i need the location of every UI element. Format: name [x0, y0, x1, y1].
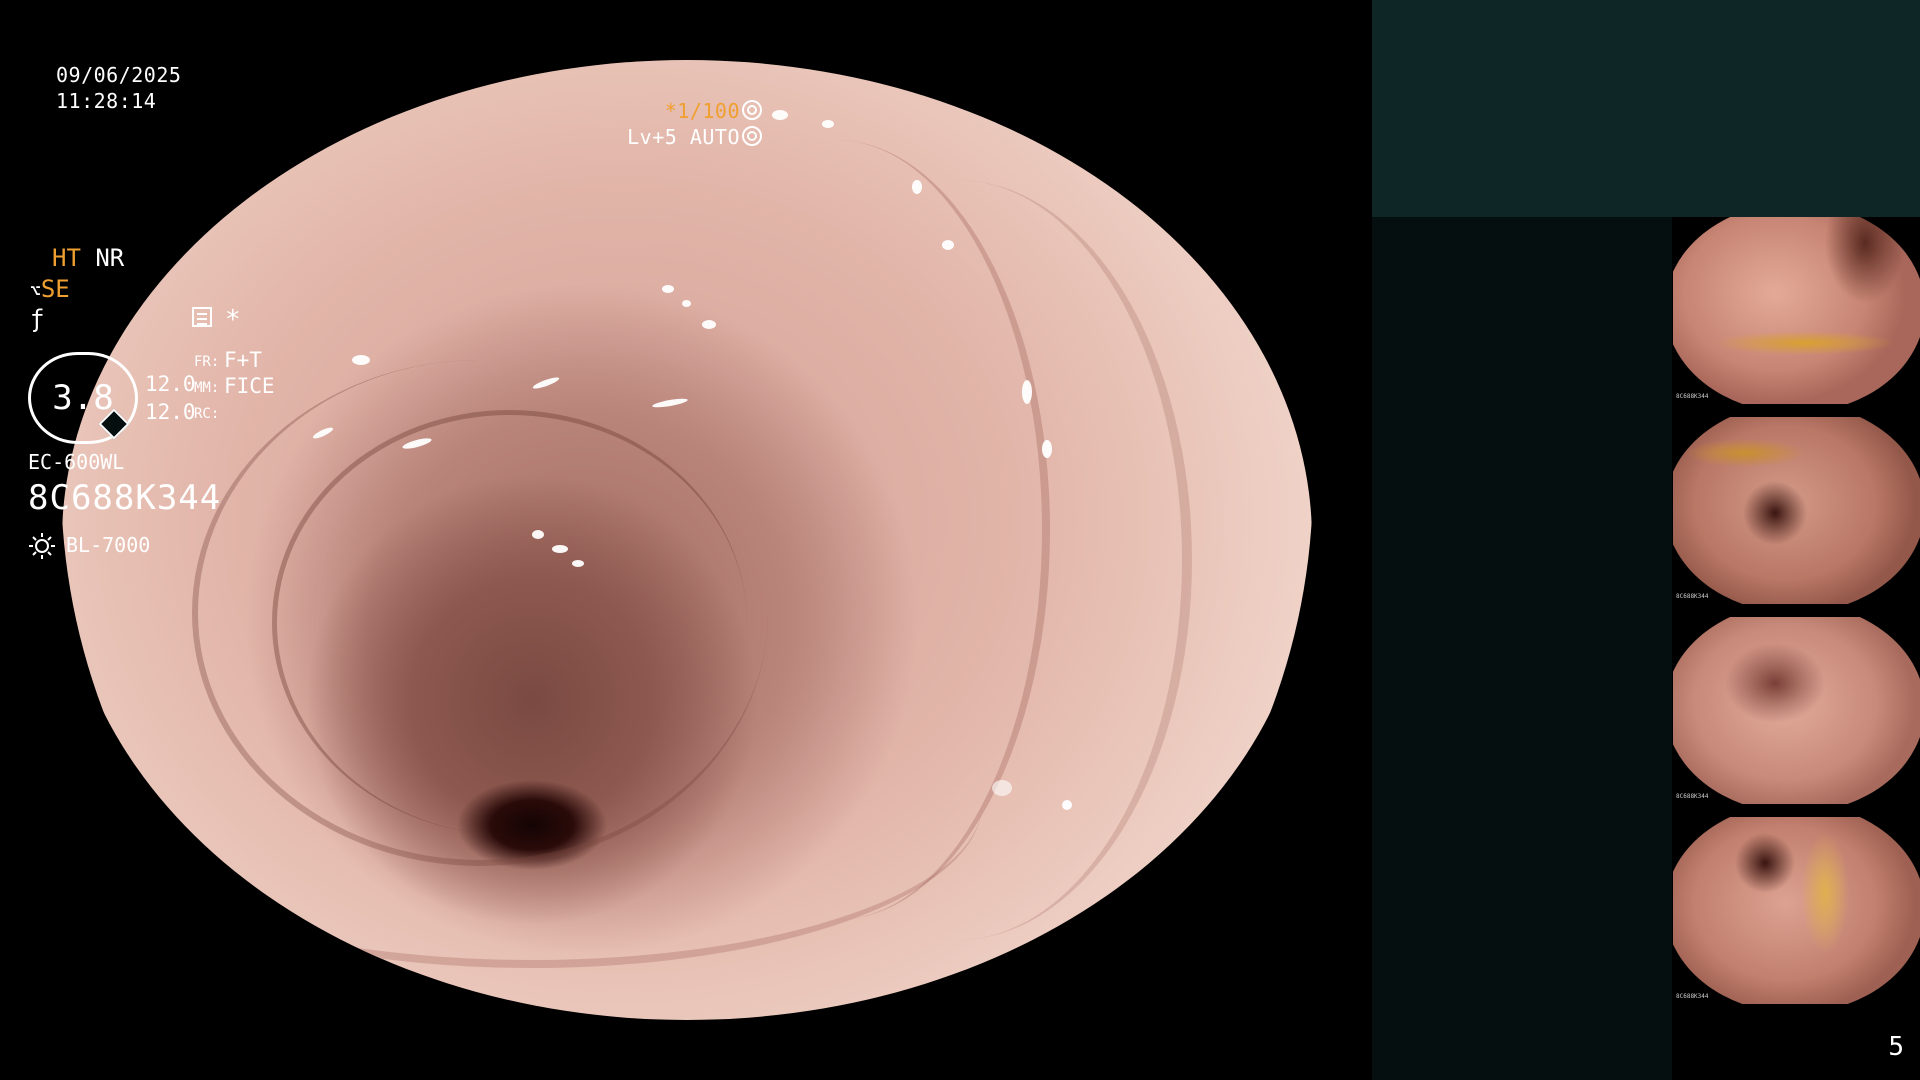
- fr-label: FR:: [194, 354, 220, 370]
- scope-mode-icon: ⌥: [30, 281, 41, 302]
- panel-header-area: [1372, 0, 1920, 217]
- light-source-label: BL-7000: [66, 533, 151, 557]
- specular-highlight: [992, 780, 1012, 796]
- specular-highlight: [772, 110, 788, 120]
- thumbnail-caption: 8C688K344: [1676, 793, 1709, 800]
- specular-highlight: [1042, 440, 1052, 458]
- specular-highlight: [552, 545, 568, 553]
- thumbnail-caption: 8C688K344: [1676, 393, 1709, 400]
- endoscope-viewport: 09/06/2025 11:28:14 *1/100 Lv+5 AUTO: [0, 0, 1372, 1080]
- function-icon: ƒ: [30, 305, 45, 333]
- specular-highlight: [352, 355, 370, 365]
- thumbnail-1[interactable]: 8C688K344: [1673, 217, 1920, 404]
- fr-value: F+T: [224, 348, 262, 372]
- settings-panel: [1372, 217, 1672, 1080]
- scope-serial: 8C688K344: [28, 478, 222, 518]
- mm-value: FICE: [224, 374, 275, 398]
- shutter-icon: [742, 100, 762, 120]
- mucosal-fold: [82, 640, 982, 968]
- time-label: 11:28:14: [56, 89, 157, 113]
- specular-highlight: [572, 560, 584, 567]
- thumbnail-image: [1673, 817, 1920, 1004]
- value-top: 12.0: [145, 372, 196, 396]
- specular-highlight: [662, 285, 674, 293]
- specular-highlight: [822, 120, 834, 128]
- auto-icon: [742, 126, 762, 146]
- date-label: 09/06/2025: [56, 63, 182, 87]
- thumbnail-3[interactable]: 8C688K344: [1673, 617, 1920, 804]
- shutter-speed: *1/100: [664, 99, 740, 123]
- specular-highlight: [532, 530, 544, 539]
- menu-icon: [192, 307, 212, 327]
- specular-highlight: [1062, 800, 1072, 810]
- star-indicator: *: [225, 305, 241, 335]
- level-label: Lv+5 AUTO: [627, 125, 740, 149]
- mode-se-label: SE: [40, 275, 70, 303]
- mode-ht-label: HT: [52, 244, 81, 272]
- page-number: 5: [1888, 1032, 1904, 1062]
- light-source-icon: [29, 533, 55, 559]
- mode-indicator-ht: HT NR: [52, 244, 124, 272]
- mode-nr-label: NR: [95, 244, 125, 272]
- specular-highlight: [682, 300, 691, 307]
- date-time-overlay: 09/06/2025 11:28:14: [56, 62, 181, 114]
- thumbnail-image: [1673, 417, 1920, 604]
- thumbnail-2[interactable]: 8C688K344: [1673, 417, 1920, 604]
- zoom-value: 3.8: [52, 378, 114, 418]
- rc-label: RC:: [194, 406, 220, 422]
- thumbnail-caption: 8C688K344: [1676, 593, 1709, 600]
- scope-model: EC-600WL: [28, 450, 125, 474]
- value-bottom: 12.0: [145, 400, 196, 424]
- thumbnail-caption: 8C688K344: [1676, 993, 1709, 1000]
- specular-highlight: [912, 180, 922, 194]
- thumbnail-image: [1673, 617, 1920, 804]
- zoom-octagon-icon: 3.8: [28, 352, 138, 444]
- thumbnail-image: [1673, 217, 1920, 404]
- exposure-overlay: *1/100 Lv+5 AUTO: [627, 98, 762, 150]
- thumbnail-4[interactable]: 8C688K344: [1673, 817, 1920, 1004]
- specular-highlight: [942, 240, 954, 250]
- mm-label: MM:: [194, 380, 220, 396]
- specular-highlight: [702, 320, 716, 329]
- mode-indicator-se: ⌥SE: [30, 275, 70, 303]
- endoscopic-image: [62, 60, 1312, 1020]
- specular-highlight: [1022, 380, 1032, 404]
